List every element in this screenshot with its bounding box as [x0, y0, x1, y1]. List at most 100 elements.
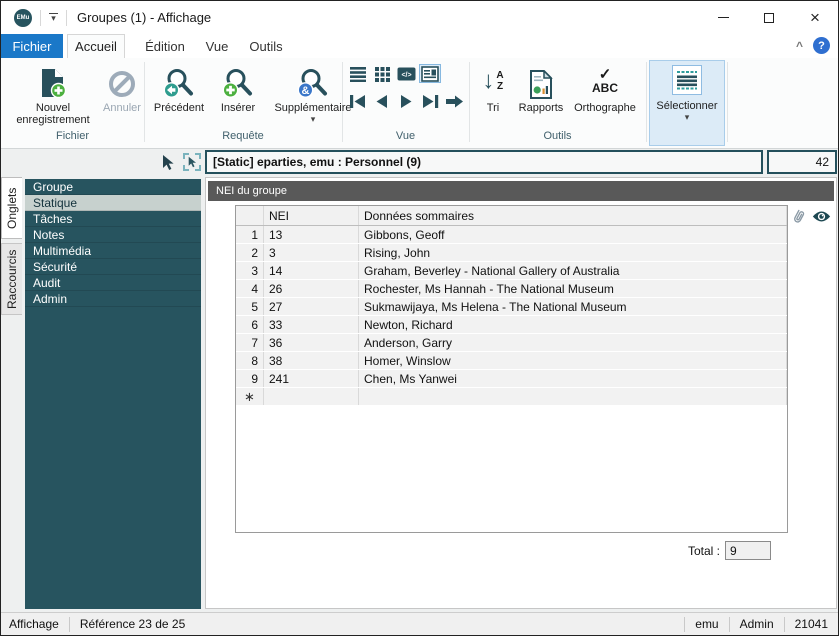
tab-vue[interactable]: Vue — [199, 34, 235, 58]
cell-nei[interactable]: 33 — [264, 316, 359, 333]
maximize-icon — [764, 13, 774, 23]
maximize-button[interactable] — [746, 1, 792, 34]
last-record-icon — [420, 94, 440, 109]
select-button[interactable]: Sélectionner ▾ — [649, 60, 725, 146]
cell-summary[interactable]: Newton, Richard — [359, 316, 787, 333]
svg-text:&: & — [302, 85, 310, 97]
total-label: Total : — [688, 544, 720, 558]
cell-summary[interactable]: Homer, Winslow — [359, 352, 787, 369]
minimize-button[interactable] — [700, 1, 746, 34]
tab-accueil[interactable]: Accueil — [67, 34, 125, 58]
grid-view-button[interactable] — [371, 64, 393, 83]
close-icon: × — [810, 8, 820, 28]
row-number: 7 — [236, 334, 264, 351]
cell-nei[interactable]: 36 — [264, 334, 359, 351]
header-summary[interactable]: Données sommaires — [359, 206, 787, 225]
sidebar-item-admin[interactable]: Admin — [25, 291, 201, 307]
header-nei[interactable]: NEI — [264, 206, 359, 225]
sidebar-item-notes[interactable]: Notes — [25, 227, 201, 243]
table-row[interactable]: 5 27 Sukmawijaya, Ms Helena - The Nation… — [236, 298, 787, 316]
quick-access-dropdown-icon[interactable]: ▾ — [49, 13, 58, 23]
cell-summary[interactable]: Gibbons, Geoff — [359, 226, 787, 243]
cell-summary[interactable]: Graham, Beverley - National Gallery of A… — [359, 262, 787, 279]
previous-record-button[interactable] — [371, 92, 393, 111]
tab-outils[interactable]: Outils — [243, 34, 289, 58]
divider — [727, 62, 728, 142]
cell-summary[interactable]: Anderson, Garry — [359, 334, 787, 351]
ribbon-tab-bar: Fichier Accueil Édition Vue Outils — [1, 34, 838, 58]
cell-nei[interactable]: 27 — [264, 298, 359, 315]
cancel-icon — [107, 63, 137, 99]
app-icon[interactable]: EMu — [14, 9, 32, 27]
list-view-button[interactable] — [347, 64, 369, 83]
spellcheck-icon: ✓ ABC — [592, 63, 618, 99]
total-value-field[interactable]: 9 — [725, 541, 771, 560]
help-icon[interactable]: ? — [813, 37, 830, 54]
last-record-button[interactable] — [419, 92, 441, 111]
status-bar: Affichage Référence 23 de 25 emu Admin 2… — [1, 612, 838, 635]
cell-nei[interactable]: 38 — [264, 352, 359, 369]
new-row[interactable]: ∗ — [236, 388, 787, 406]
group-label-fichier: Fichier — [1, 130, 144, 142]
goto-record-button[interactable] — [443, 92, 465, 111]
dropdown-caret-icon: ▾ — [685, 113, 690, 121]
arrow-cursor-icon[interactable] — [162, 154, 175, 171]
table-row[interactable]: 4 26 Rochester, Ms Hannah - The National… — [236, 280, 787, 298]
tab-fichier[interactable]: Fichier — [1, 34, 63, 58]
cell-summary[interactable]: Rising, John — [359, 244, 787, 261]
table-row[interactable]: 2 3 Rising, John — [236, 244, 787, 262]
record-count-box: 42 — [767, 150, 837, 174]
next-record-icon — [398, 94, 414, 109]
sidebar-item-taches[interactable]: Tâches — [25, 211, 201, 227]
insert-icon — [222, 63, 254, 99]
cell-nei[interactable]: 26 — [264, 280, 359, 297]
side-tab-onglets[interactable]: Onglets — [1, 177, 22, 239]
table-row[interactable]: 7 36 Anderson, Garry — [236, 334, 787, 352]
status-user: emu — [685, 617, 728, 631]
code-view-button[interactable]: </> — [395, 64, 417, 83]
cell-summary-empty[interactable] — [359, 388, 787, 405]
attachment-icon[interactable] — [790, 207, 807, 226]
status-mode: Affichage — [1, 617, 69, 631]
table-row[interactable]: 1 13 Gibbons, Geoff — [236, 226, 787, 244]
collapse-ribbon-icon[interactable]: ^ — [796, 39, 803, 53]
reports-icon — [529, 63, 553, 99]
row-number: 6 — [236, 316, 264, 333]
group-members-table: NEI Données sommaires 1 13 Gibbons, Geof… — [235, 205, 788, 533]
row-number: 9 — [236, 370, 264, 387]
sidebar-item-statique[interactable]: Statique — [25, 195, 201, 211]
form-view-button[interactable] — [419, 64, 441, 83]
divider — [646, 62, 647, 142]
tab-edition[interactable]: Édition — [137, 34, 193, 58]
next-record-button[interactable] — [395, 92, 417, 111]
header-row-number — [236, 206, 264, 225]
side-tab-raccourcis[interactable]: Raccourcis — [1, 243, 22, 315]
close-button[interactable]: × — [792, 1, 838, 34]
sort-icon: ↓ AZ — [482, 63, 503, 99]
sidebar: Groupe Statique Tâches Notes Multimédia … — [25, 179, 201, 609]
row-number: 3 — [236, 262, 264, 279]
cell-nei-empty[interactable] — [264, 388, 359, 405]
minimize-icon — [718, 17, 729, 19]
grid-view-icon — [374, 66, 391, 82]
table-row[interactable]: 3 14 Graham, Beverley - National Gallery… — [236, 262, 787, 280]
group-label-requete: Requête — [144, 130, 342, 142]
view-attachment-eye-icon[interactable] — [812, 210, 831, 223]
group-label-vue: Vue — [342, 130, 469, 142]
cell-nei[interactable]: 13 — [264, 226, 359, 243]
cell-summary[interactable]: Rochester, Ms Hannah - The National Muse… — [359, 280, 787, 297]
cell-nei[interactable]: 3 — [264, 244, 359, 261]
cell-nei[interactable]: 241 — [264, 370, 359, 387]
sidebar-item-groupe[interactable]: Groupe — [25, 179, 201, 195]
cell-nei[interactable]: 14 — [264, 262, 359, 279]
sidebar-item-securite[interactable]: Sécurité — [25, 259, 201, 275]
marquee-select-icon[interactable] — [183, 153, 201, 171]
table-row[interactable]: 9 241 Chen, Ms Yanwei — [236, 370, 787, 388]
sidebar-item-audit[interactable]: Audit — [25, 275, 201, 291]
cell-summary[interactable]: Sukmawijaya, Ms Helena - The National Mu… — [359, 298, 787, 315]
table-row[interactable]: 6 33 Newton, Richard — [236, 316, 787, 334]
first-record-button[interactable] — [347, 92, 369, 111]
table-row[interactable]: 8 38 Homer, Winslow — [236, 352, 787, 370]
sidebar-item-multimedia[interactable]: Multimédia — [25, 243, 201, 259]
cell-summary[interactable]: Chen, Ms Yanwei — [359, 370, 787, 387]
